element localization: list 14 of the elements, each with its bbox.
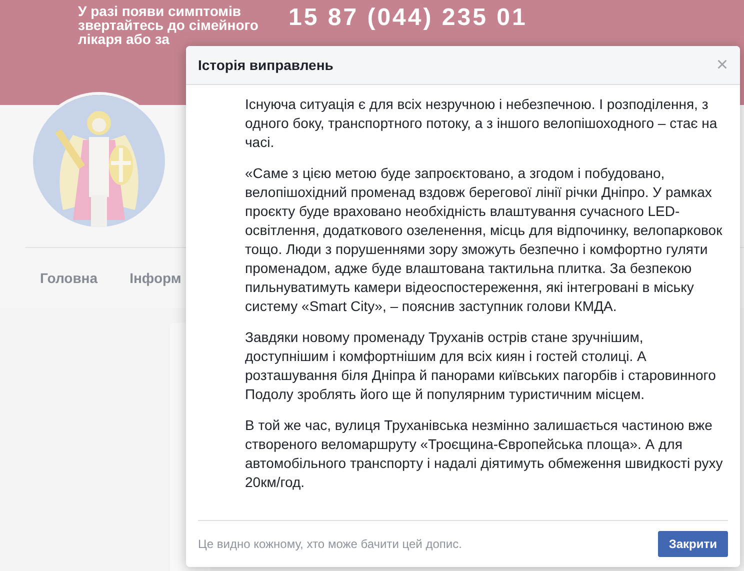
paragraph: Існуюча ситуація є для всіх незручною і небезпечною. І розподілення, з одного боку, транспортного потоку, а з іншого велопішоходного – стає на часі. [245, 95, 718, 152]
banner-text: У разі появи симптомів [78, 4, 242, 18]
banner-text: звертайтесь до сімейного [78, 18, 258, 32]
paragraph: В той же час, вулиця Труханівська незмінно залишається частиною вже створеного веломаршруту «Троєщина-Європейська площа». А для автомобільного транспорту і надалі діятимуть обмеження швидкості руху 20км/год. [245, 416, 724, 492]
visibility-note: Це видно кожному, хто може бачити цей допис. [198, 537, 462, 551]
phone-number: 15 87 (044) 235 01 [288, 4, 528, 32]
banner-text: лікаря або за [78, 32, 170, 46]
close-button[interactable]: × [716, 55, 728, 75]
paragraph: «Саме з цією метою буде запроєктовано, а згодом і побудовано, велопішохідний променад вздовж берегової лінії річки Дніпро. У рамках проєкту буде враховано необхідність влаштування сучасного LED-освітлення, додаткового озеленення, місць для відпочинку, велопарковок тощо. Люди з порушеннями зору зможуть безпечно і комфортно гуляти променадом, адже буде влаштована тактильна плитка. За безпекою пильнуватимуть камери відеоспостереження, які інтегровані в міську систему «Smart City», – пояснив заступник голови КМДА. [245, 164, 724, 316]
close-dialog-button[interactable]: Закрити [658, 531, 728, 557]
nav-tab[interactable]: Інформ [130, 270, 182, 286]
nav-tab[interactable]: Головна [40, 270, 98, 286]
paragraph: Завдяки новому променаду Труханів острів стане зручнішим, доступнішим і комфортнішим для всіх киян і гостей столиці. А розташування біля Дніпра й панорами київських пагорбів і старовинного Подолу зроблять його ще й популярним туристичним місцем. [245, 328, 717, 404]
dialog-title: Історія виправлень [198, 57, 334, 73]
